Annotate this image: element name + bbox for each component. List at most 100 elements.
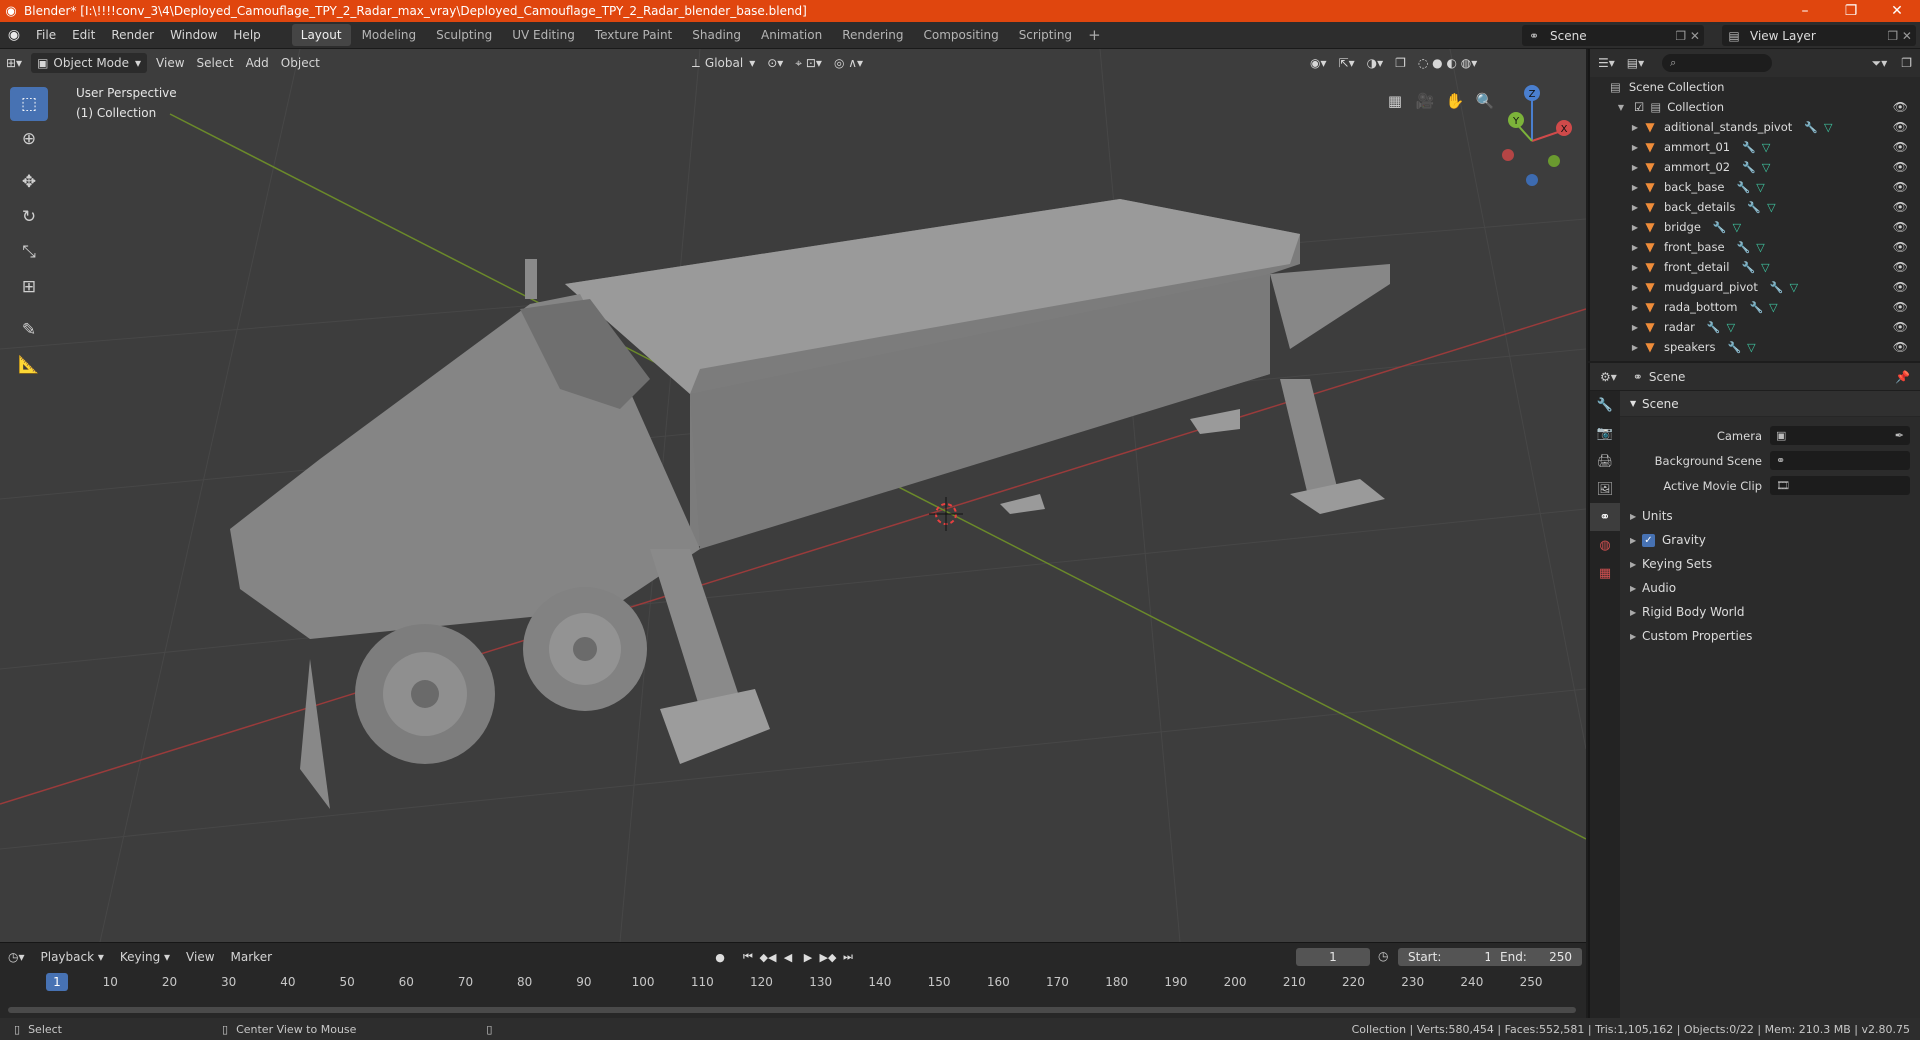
workspace-tab-uv-editing[interactable]: UV Editing	[503, 24, 584, 46]
menu-edit[interactable]: Edit	[64, 28, 103, 42]
proportional-edit-icon[interactable]: ◎ ∧▾	[828, 53, 869, 73]
gravity-checkbox[interactable]: ✓	[1642, 533, 1655, 547]
editor-type-icon[interactable]: ⊞▾	[0, 53, 28, 73]
timeline-scrollbar[interactable]	[8, 1007, 1576, 1013]
eye-icon[interactable]: 👁	[1893, 180, 1908, 194]
render-tab-icon[interactable]: 📷	[1590, 419, 1620, 447]
workspace-tab-texture-paint[interactable]: Texture Paint	[586, 24, 681, 46]
pin-icon[interactable]: 📌	[1885, 370, 1920, 384]
clock-icon[interactable]: ◷	[1378, 949, 1388, 963]
modifier-mesh-icons[interactable]: 🔧▽	[1742, 141, 1776, 154]
cursor-tool-icon[interactable]: ⊕	[10, 122, 48, 156]
outliner-object-row[interactable]: ▶ ▼ mudguard_pivot 🔧▽ 👁	[1590, 277, 1920, 297]
modifier-mesh-icons[interactable]: 🔧▽	[1741, 261, 1775, 274]
view-layer-tab-icon[interactable]: 🖼	[1590, 475, 1620, 503]
viewport-menu-add[interactable]: Add	[240, 53, 275, 73]
eye-icon[interactable]: 👁	[1893, 300, 1908, 314]
display-mode-icon[interactable]: ▤▾	[1623, 56, 1648, 70]
modifier-mesh-icons[interactable]: 🔧▽	[1737, 241, 1771, 254]
modifier-mesh-icons[interactable]: 🔧▽	[1737, 181, 1771, 194]
xray-toggle-icon[interactable]: ❐	[1389, 53, 1412, 73]
modifier-mesh-icons[interactable]: 🔧▽	[1770, 281, 1804, 294]
pivot-point-icon[interactable]: ⊙▾	[761, 53, 789, 73]
eye-icon[interactable]: 👁	[1893, 140, 1908, 154]
overlay-toggle-icon[interactable]: ◑▾	[1361, 53, 1390, 73]
expand-arrow-icon[interactable]: ▶	[1628, 343, 1642, 352]
eye-icon[interactable]: 👁	[1893, 340, 1908, 354]
workspace-tab-animation[interactable]: Animation	[752, 24, 831, 46]
eye-icon[interactable]: 👁	[1893, 160, 1908, 174]
annotate-tool-icon[interactable]: ✎	[10, 313, 48, 347]
close-button[interactable]: ✕	[1874, 0, 1920, 22]
tool-tab-icon[interactable]: 🔧	[1590, 391, 1620, 419]
select-box-tool-icon[interactable]: ⬚	[10, 87, 48, 121]
camera-field[interactable]: ▣ ✒	[1770, 426, 1910, 445]
new-collection-icon[interactable]: ❐	[1893, 56, 1920, 70]
outliner-scene-collection[interactable]: ▤ Scene Collection	[1590, 77, 1920, 97]
timeline-editor-type-icon[interactable]: ◷▾	[0, 950, 33, 964]
transform-orientation-selector[interactable]: ⟂ Global ▾	[686, 53, 761, 73]
menu-help[interactable]: Help	[225, 28, 268, 42]
eye-icon[interactable]: 👁	[1893, 120, 1908, 134]
scene-selector[interactable]: ⚭ Scene ❐ ✕	[1522, 25, 1704, 46]
expand-arrow-icon[interactable]: ▶	[1628, 263, 1642, 272]
output-tab-icon[interactable]: 🖨	[1590, 447, 1620, 475]
maximize-button[interactable]: ❐	[1828, 0, 1874, 22]
outliner-search-input[interactable]: ⌕	[1662, 54, 1773, 72]
expand-arrow-icon[interactable]: ▶	[1628, 223, 1642, 232]
scene-panel-header[interactable]: ▼ Scene	[1620, 391, 1920, 417]
units-panel[interactable]: ▶ Units	[1620, 504, 1920, 528]
timeline-menu-playback[interactable]: Playback ▾	[33, 950, 112, 964]
expand-arrow-icon[interactable]: ▶	[1628, 283, 1642, 292]
view-layer-actions-icon[interactable]: ❐ ✕	[1878, 29, 1916, 43]
workspace-tab-sculpting[interactable]: Sculpting	[427, 24, 501, 46]
outliner-collection[interactable]: ▼ ☑ ▤ Collection 👁	[1590, 97, 1920, 117]
outliner-editor-type-icon[interactable]: ☰▾	[1590, 56, 1623, 70]
eye-icon[interactable]: 👁	[1893, 220, 1908, 234]
outliner-object-row[interactable]: ▶ ▼ radar 🔧▽ 👁	[1590, 317, 1920, 337]
start-frame-field[interactable]: Start: 1	[1398, 948, 1502, 966]
visibility-icon[interactable]: ◉▾	[1304, 53, 1333, 73]
expand-arrow-icon[interactable]: ▶	[1628, 183, 1642, 192]
record-icon[interactable]: ●	[710, 947, 730, 967]
measure-tool-icon[interactable]: 📐	[10, 348, 48, 382]
active-movie-clip-field[interactable]: 🎞	[1770, 476, 1910, 495]
outliner-object-row[interactable]: ▶ ▼ rada_bottom 🔧▽ 👁	[1590, 297, 1920, 317]
world-tab-icon[interactable]: ◍	[1590, 531, 1620, 559]
workspace-tab-layout[interactable]: Layout	[291, 24, 351, 46]
outliner-object-row[interactable]: ▶ ▼ front_base 🔧▽ 👁	[1590, 237, 1920, 257]
timeline-menu-keying[interactable]: Keying ▾	[112, 950, 178, 964]
menu-window[interactable]: Window	[162, 28, 225, 42]
viewport-menu-object[interactable]: Object	[275, 53, 326, 73]
jump-start-icon[interactable]: ⏮	[738, 947, 758, 967]
timeline-menu-view[interactable]: View	[178, 950, 222, 964]
rotate-tool-icon[interactable]: ↻	[10, 200, 48, 234]
workspace-tab-modeling[interactable]: Modeling	[353, 24, 426, 46]
radar-model[interactable]	[230, 199, 1390, 809]
modifier-mesh-icons[interactable]: 🔧▽	[1742, 161, 1776, 174]
gravity-panel[interactable]: ▶ ✓ Gravity	[1620, 528, 1920, 552]
workspace-tab-shading[interactable]: Shading	[683, 24, 750, 46]
outliner-object-row[interactable]: ▶ ▼ back_details 🔧▽ 👁	[1590, 197, 1920, 217]
end-frame-field[interactable]: End: 250	[1490, 948, 1582, 966]
filter-icon[interactable]: ⏷▾	[1866, 56, 1894, 71]
workspace-tab-scripting[interactable]: Scripting	[1010, 24, 1081, 46]
current-frame-marker[interactable]: 1	[46, 973, 68, 991]
workspace-tab-compositing[interactable]: Compositing	[914, 24, 1007, 46]
eye-icon[interactable]: 👁	[1893, 320, 1908, 334]
texture-tab-icon[interactable]: ▦	[1590, 559, 1620, 587]
outliner-object-row[interactable]: ▶ ▼ ammort_02 🔧▽ 👁	[1590, 157, 1920, 177]
viewport-menu-select[interactable]: Select	[191, 53, 240, 73]
modifier-mesh-icons[interactable]: 🔧▽	[1727, 341, 1761, 354]
eye-icon[interactable]: 👁	[1893, 200, 1908, 214]
3d-viewport[interactable]: ⊞▾ ▣ Object Mode ▾ View Select Add Objec…	[0, 49, 1586, 942]
modifier-mesh-icons[interactable]: 🔧▽	[1749, 301, 1783, 314]
expand-arrow-icon[interactable]: ▶	[1628, 143, 1642, 152]
expand-arrow-icon[interactable]: ▶	[1628, 123, 1642, 132]
blender-menu-icon[interactable]: ◉	[0, 27, 28, 43]
expand-arrow-icon[interactable]: ▶	[1628, 243, 1642, 252]
play-icon[interactable]: ▶	[798, 947, 818, 967]
scale-tool-icon[interactable]: ⤡	[10, 235, 48, 269]
eye-icon[interactable]: 👁	[1893, 240, 1908, 254]
transform-tool-icon[interactable]: ⊞	[10, 270, 48, 304]
